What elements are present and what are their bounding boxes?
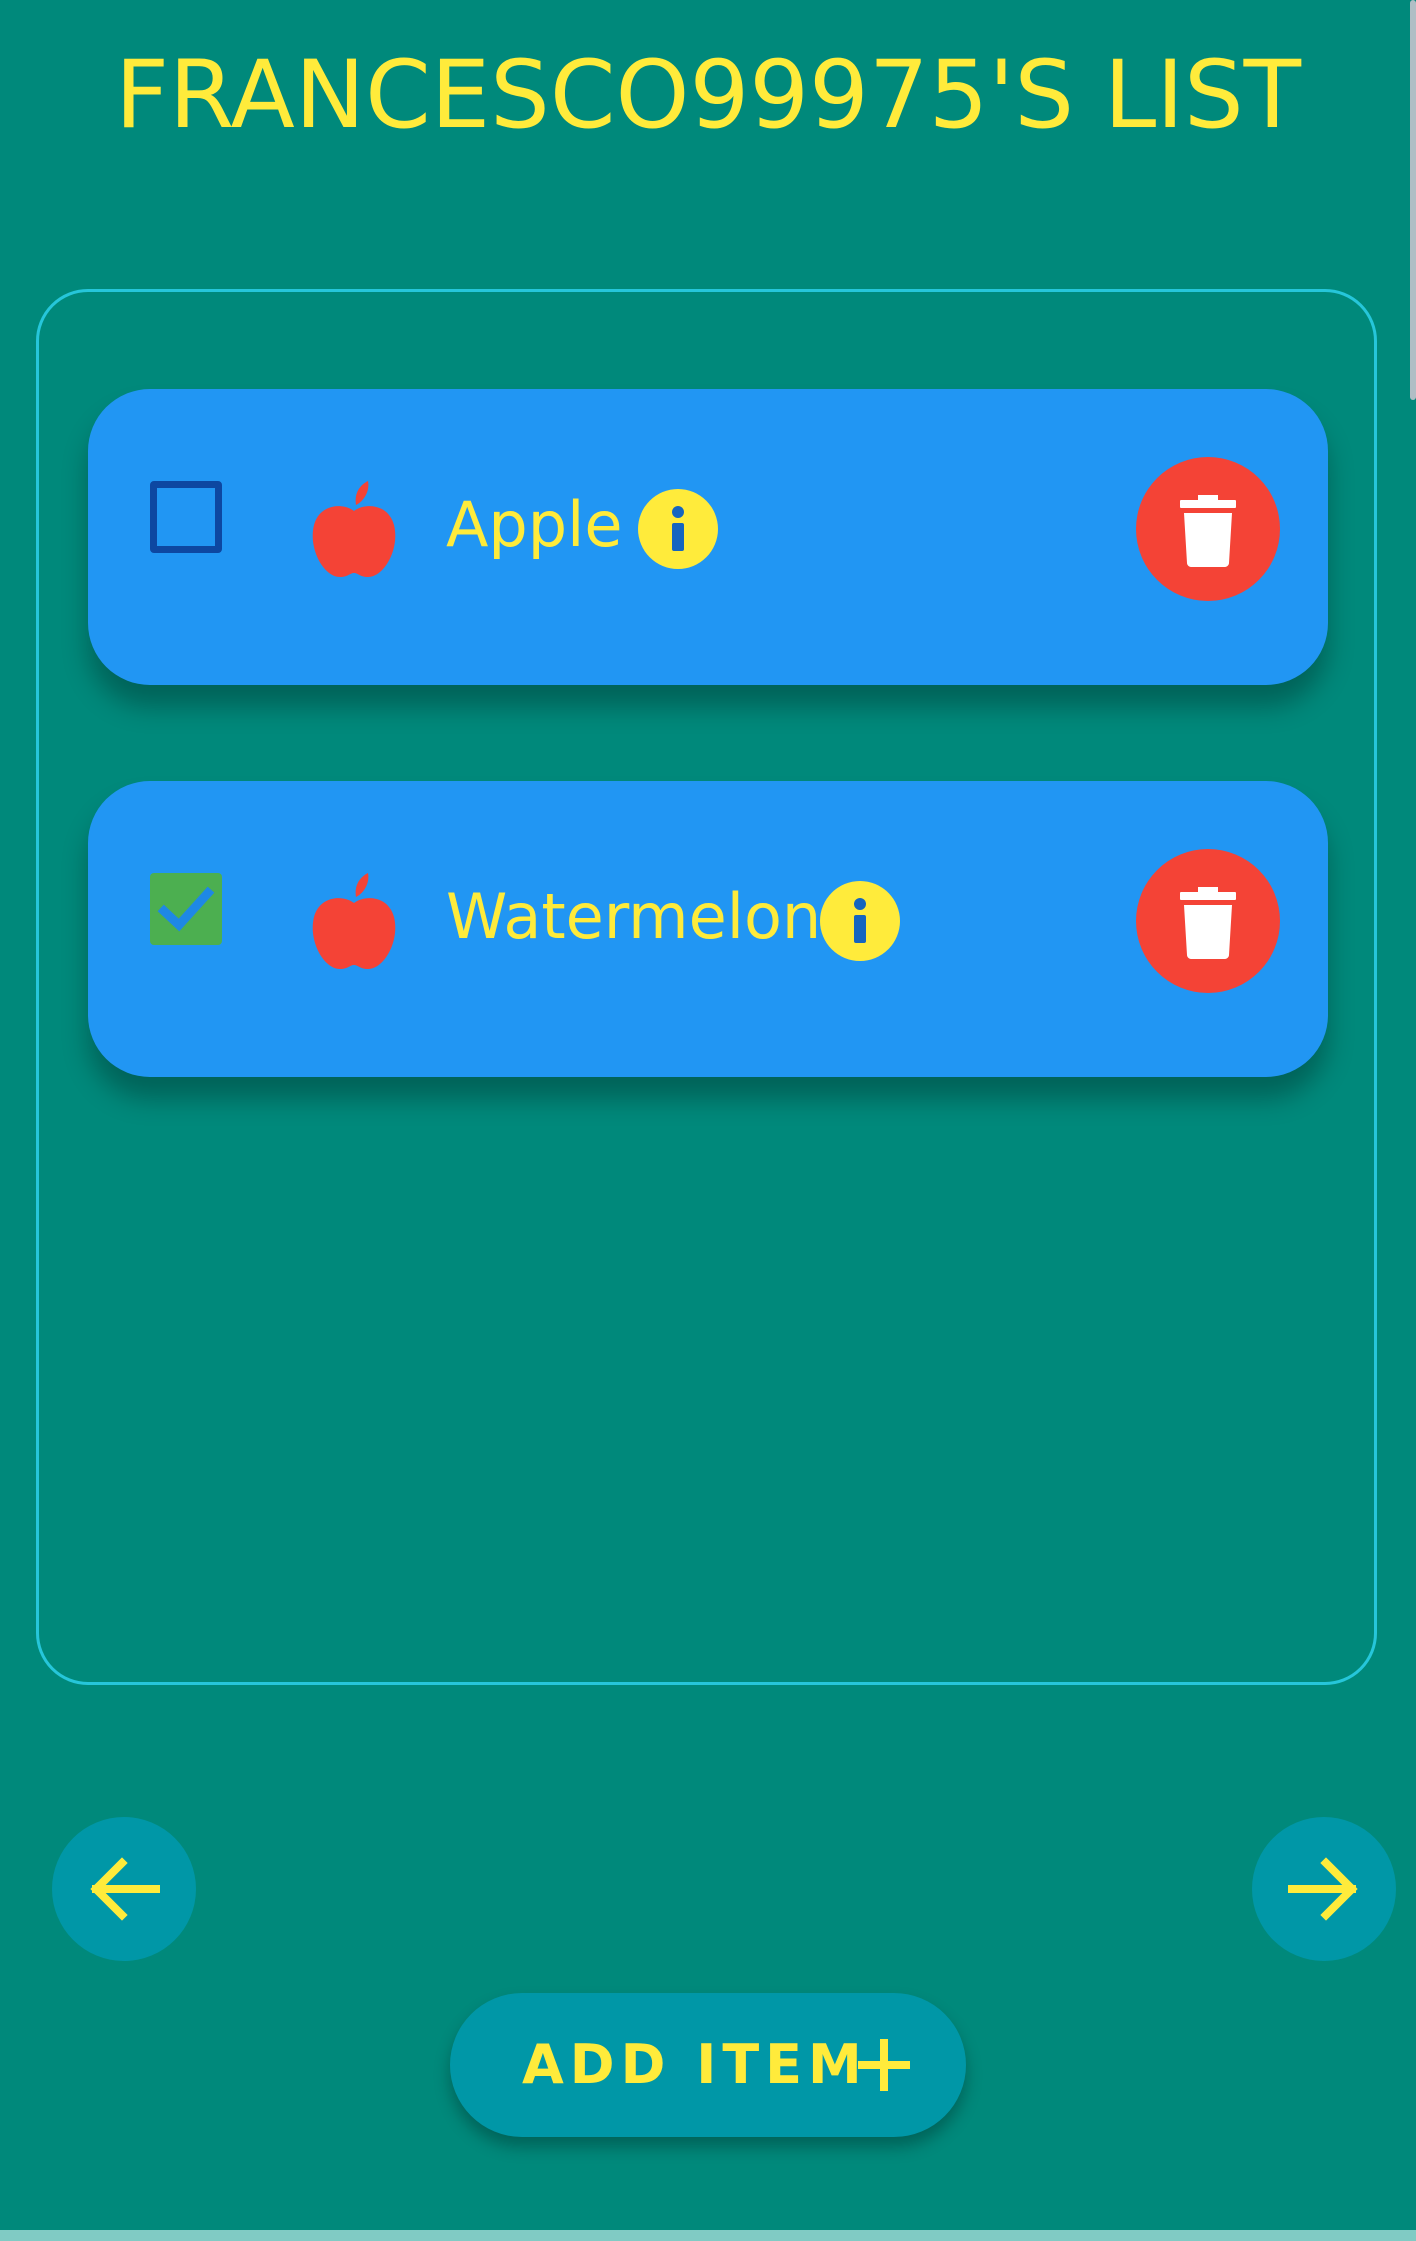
info-icon[interactable] [638,489,718,569]
list-item: Apple [88,389,1328,685]
next-list-button[interactable] [1252,1817,1396,1961]
arrow-right-icon [1288,1857,1358,1921]
item-label: Apple [446,488,623,561]
item-checkbox[interactable] [150,481,222,553]
plus-icon [858,2039,910,2091]
arrow-left-icon [90,1857,160,1921]
list-item: Watermelon [88,781,1328,1077]
delete-button[interactable] [1136,457,1280,601]
bottom-divider [0,2230,1416,2241]
trash-icon [1180,887,1236,959]
delete-button[interactable] [1136,849,1280,993]
add-item-button[interactable]: ADD ITEM [450,1993,966,2137]
item-checkbox[interactable] [150,873,222,945]
apple-icon [310,479,398,579]
add-item-label: ADD ITEM [522,2033,868,2096]
previous-list-button[interactable] [52,1817,196,1961]
check-icon [157,886,215,932]
page-title: FRANCESCO99975'S LIST [114,41,1302,150]
apple-icon [310,871,398,971]
item-label: Watermelon [446,880,822,953]
info-icon[interactable] [820,881,900,961]
trash-icon [1180,495,1236,567]
